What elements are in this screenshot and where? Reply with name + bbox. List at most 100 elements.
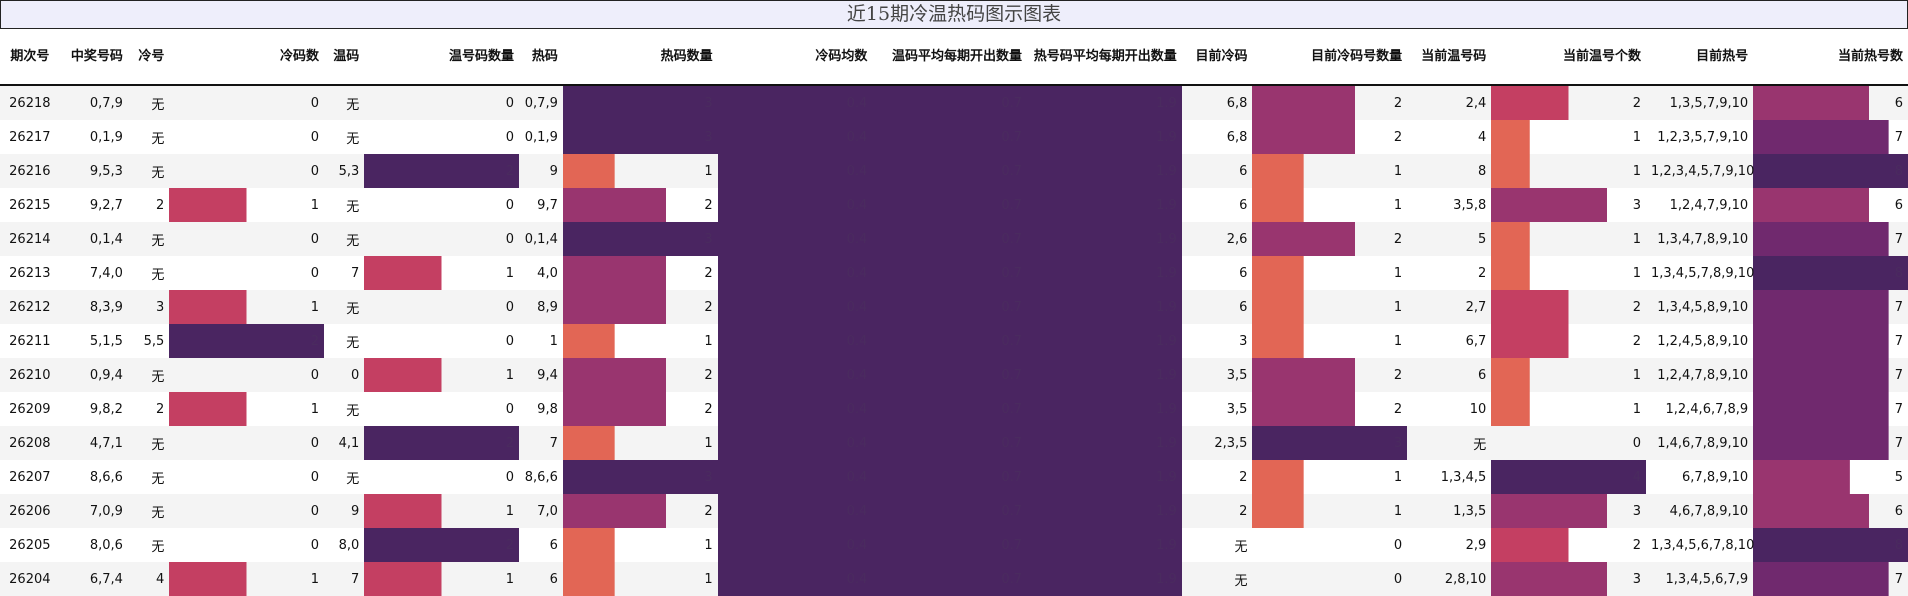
cell-cur-cold: 3,5 xyxy=(1181,392,1253,426)
cell-code: 8,6,6 xyxy=(59,460,128,494)
cell-cold: 无 xyxy=(127,358,170,392)
cell-warm: 9 xyxy=(324,494,365,528)
cell-cur-warm: 2,7 xyxy=(1407,290,1492,324)
cell-cold-avg: 0.4 xyxy=(717,256,873,290)
cell-hot-avg: 1.9 xyxy=(1027,392,1182,426)
cell-cur-hot: 1,2,4,7,9,10 xyxy=(1645,188,1754,222)
cell-warm-avg: 0.7 xyxy=(872,154,1028,188)
cell-hot-avg: 1.9 xyxy=(1027,426,1182,460)
cell-cur-warm-n: 1 xyxy=(1491,120,1646,154)
col-header-cold-avg: 冷码均数 xyxy=(717,28,873,86)
cell-hot-avg: 1.9 xyxy=(1027,85,1182,120)
cell-warm-avg: 0.7 xyxy=(872,528,1028,562)
table-row: 26214 0,1,4 无 0 无 0 0,1,4 3 0.4 0.7 1.9 2,6 2 5 1 1,3,4… xyxy=(0,222,1908,256)
cell-cold-n: 0 xyxy=(169,120,325,154)
header-row: 期次号 中奖号码 冷号 冷码数 温码 温号码数量 热码 热码数量 冷码均数 温码… xyxy=(0,28,1908,86)
cell-warm-n: 1 xyxy=(364,358,519,392)
cell-cold-avg: 0.4 xyxy=(717,358,873,392)
cell-hot: 9,7 xyxy=(519,188,563,222)
cell-hot-avg: 1.9 xyxy=(1027,358,1182,392)
cell-cur-cold-n: 1 xyxy=(1252,324,1408,358)
cell-warm-avg: 0.7 xyxy=(872,426,1028,460)
cell-cur-warm: 2,9 xyxy=(1407,528,1492,562)
cell-cold-n: 1 xyxy=(169,562,325,596)
cell-code: 8,0,6 xyxy=(59,528,128,562)
cell-cold-n: 0 xyxy=(169,256,325,290)
cell-cur-cold: 6,8 xyxy=(1181,120,1253,154)
cell-cur-hot: 1,2,4,7,8,9,10 xyxy=(1645,358,1754,392)
cell-cold: 无 xyxy=(127,460,170,494)
cell-cur-hot-n: 7 xyxy=(1753,358,1908,392)
cell-cur-hot-n: 6 xyxy=(1753,85,1908,120)
cell-issue: 26213 xyxy=(0,256,60,290)
cell-cur-cold: 2,3,5 xyxy=(1181,426,1253,460)
cell-cur-warm-n: 2 xyxy=(1491,85,1646,120)
cell-cur-cold: 6 xyxy=(1181,290,1253,324)
cell-cur-warm: 3,5,8 xyxy=(1407,188,1492,222)
cell-hot: 6 xyxy=(519,562,563,596)
cell-cur-hot-n: 7 xyxy=(1753,426,1908,460)
cell-cur-cold-n: 1 xyxy=(1252,460,1408,494)
cell-cur-hot-n: 7 xyxy=(1753,222,1908,256)
cell-hot-n: 3 xyxy=(562,460,718,494)
cell-hot: 8,6,6 xyxy=(519,460,563,494)
cell-warm-n: 0 xyxy=(364,188,519,222)
cell-warm: 8,0 xyxy=(324,528,365,562)
cell-hot: 4,0 xyxy=(519,256,563,290)
cell-warm: 无 xyxy=(324,392,365,426)
cell-cold: 4 xyxy=(127,562,170,596)
cell-cold: 3 xyxy=(127,290,170,324)
cell-cur-hot-n: 6 xyxy=(1753,494,1908,528)
cell-code: 7,0,9 xyxy=(59,494,128,528)
table-title: 近15期冷温热码图示图表 xyxy=(0,0,1908,29)
table-row: 26210 0,9,4 无 0 0 1 9,4 2 0.4 0.7 1.9 3,5 2 6 1 1,2,4,7… xyxy=(0,358,1908,392)
table-row: 26206 7,0,9 无 0 9 1 7,0 2 0.4 0.7 1.9 2 1 1,3,5 3 4,6,7… xyxy=(0,494,1908,528)
cell-cold-avg: 0.4 xyxy=(717,188,873,222)
cell-hot-avg: 1.9 xyxy=(1027,120,1182,154)
cell-warm-n: 2 xyxy=(364,154,519,188)
cell-issue: 26206 xyxy=(0,494,60,528)
cell-cur-warm-n: 1 xyxy=(1491,392,1646,426)
cell-hot-n: 2 xyxy=(562,188,718,222)
cell-cur-cold: 无 xyxy=(1181,562,1253,596)
cell-hot: 9 xyxy=(519,154,563,188)
col-header-issue: 期次号 xyxy=(0,28,60,86)
cell-hot-avg: 1.9 xyxy=(1027,188,1182,222)
col-header-warm-count: 温号码数量 xyxy=(364,28,519,86)
cell-cur-cold: 6 xyxy=(1181,154,1253,188)
table-row: 26207 8,6,6 无 0 无 0 8,6,6 3 0.4 0.7 1.9 2 1 1,3,4,5 4 6… xyxy=(0,460,1908,494)
cell-code: 4,7,1 xyxy=(59,426,128,460)
cell-cur-warm-n: 1 xyxy=(1491,222,1646,256)
cell-cold-n: 0 xyxy=(169,426,325,460)
cell-warm-n: 1 xyxy=(364,562,519,596)
col-header-hot-code: 热码 xyxy=(519,28,563,86)
cell-warm-n: 1 xyxy=(364,494,519,528)
cell-cur-warm-n: 3 xyxy=(1491,494,1646,528)
cell-hot-n: 3 xyxy=(562,222,718,256)
cell-cur-hot: 1,3,4,5,7,8,9,10 xyxy=(1645,256,1754,290)
cell-cur-hot: 1,3,4,5,6,7,8,10 xyxy=(1645,528,1754,562)
cell-cold: 无 xyxy=(127,494,170,528)
cell-cold: 无 xyxy=(127,222,170,256)
cell-hot: 8,9 xyxy=(519,290,563,324)
cell-hot-avg: 1.9 xyxy=(1027,256,1182,290)
cell-cold: 2 xyxy=(127,188,170,222)
table-body: 26218 0,7,9 无 0 无 0 0,7,9 3 0.4 0.7 1.9 6,8 2 2,4 2 1,3… xyxy=(0,85,1908,596)
cell-cur-cold: 3,5 xyxy=(1181,358,1253,392)
col-header-winning-number: 中奖号码 xyxy=(59,28,128,86)
cell-hot-n: 3 xyxy=(562,120,718,154)
cell-issue: 26217 xyxy=(0,120,60,154)
cell-cur-cold-n: 2 xyxy=(1252,358,1408,392)
cell-code: 9,5,3 xyxy=(59,154,128,188)
cell-cur-cold-n: 1 xyxy=(1252,290,1408,324)
cell-cur-hot-n: 7 xyxy=(1753,324,1908,358)
cell-warm: 无 xyxy=(324,188,365,222)
cell-code: 5,1,5 xyxy=(59,324,128,358)
cell-cur-cold-n: 0 xyxy=(1252,528,1408,562)
cell-cur-warm: 1,3,5 xyxy=(1407,494,1492,528)
cell-cold-n: 1 xyxy=(169,290,325,324)
cell-issue: 26214 xyxy=(0,222,60,256)
cell-cur-warm: 6 xyxy=(1407,358,1492,392)
cell-issue: 26210 xyxy=(0,358,60,392)
col-header-hot-count: 热码数量 xyxy=(562,28,718,86)
